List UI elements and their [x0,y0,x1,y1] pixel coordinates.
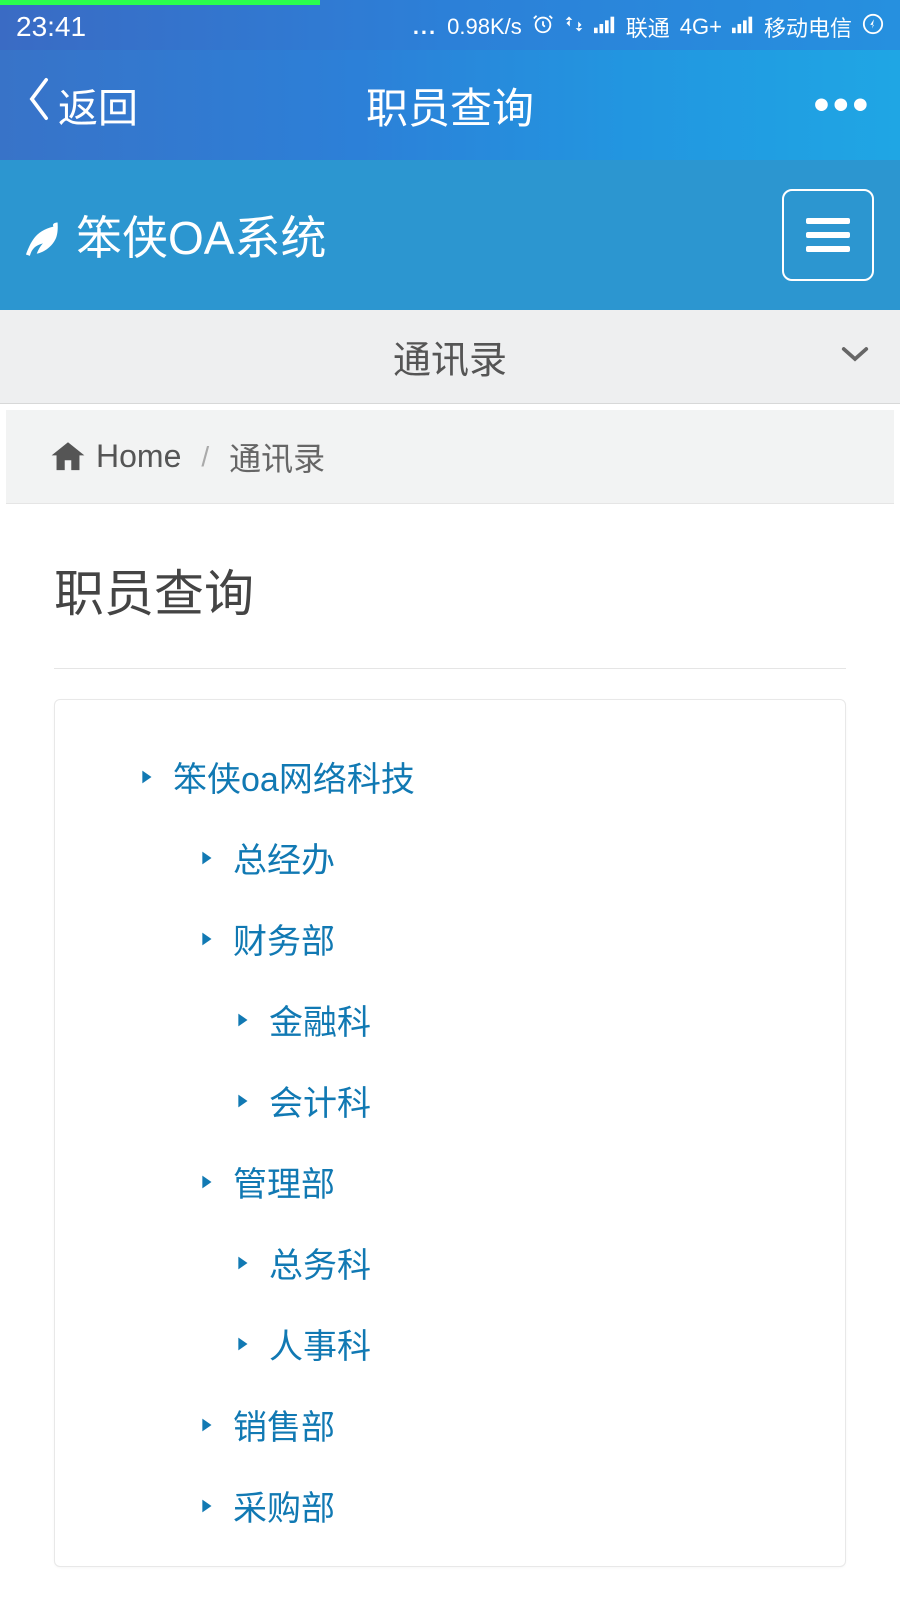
app-header: 返回 职员查询 ••• [0,50,900,160]
tree-node-label: 人事科 [269,1319,371,1368]
divider [54,668,846,669]
tree-node-label: 会计科 [269,1076,371,1125]
tree-node-label: 总务科 [269,1238,371,1287]
status-time: 23:41 [16,11,86,43]
section-dropdown-label: 通讯录 [393,329,507,384]
page-title: 职员查询 [54,554,846,626]
leaf-icon [18,210,68,260]
battery-charge-icon [862,13,884,41]
status-carrier1: 联通 [626,11,670,43]
signal-icon-2 [732,14,754,40]
more-button[interactable]: ••• [814,80,872,130]
status-bar: 23:41 ... 0.98K/s 联通 4G+ 移动电信 [0,0,900,50]
tree-node-label: 总经办 [233,833,335,882]
status-dots: ... [413,14,437,40]
tree-node-general-office[interactable]: 总经办 [91,817,809,898]
status-speed: 0.98K/s [447,14,522,40]
tree-node-management-sub1[interactable]: 总务科 [91,1222,809,1303]
signal-icon [594,14,616,40]
breadcrumb-current: 通讯录 [229,434,325,480]
chevron-left-icon [24,75,54,135]
tree-node-label: 笨侠oa网络科技 [173,752,415,801]
chevron-down-icon [840,344,870,369]
chevron-right-icon [135,766,157,788]
chevron-right-icon [195,1495,217,1517]
chevron-right-icon [231,1252,253,1274]
data-transfer-icon [564,13,584,41]
tree-node-sales[interactable]: 销售部 [91,1384,809,1465]
tree-node-company[interactable]: 笨侠oa网络科技 [91,736,809,817]
tree-node-purchasing[interactable]: 采购部 [91,1465,809,1546]
chevron-right-icon [195,1171,217,1193]
hamburger-icon [806,218,850,252]
menu-button[interactable] [782,189,874,281]
tree-node-finance-sub1[interactable]: 金融科 [91,979,809,1060]
tree-node-label: 采购部 [233,1481,335,1530]
tree-node-label: 财务部 [233,914,335,963]
tree-node-label: 销售部 [233,1400,335,1449]
chevron-right-icon [195,928,217,950]
breadcrumb-home-label: Home [96,438,181,475]
breadcrumb: Home / 通讯录 [6,410,894,504]
header-title: 职员查询 [366,75,534,136]
tree-node-finance[interactable]: 财务部 [91,898,809,979]
alarm-icon [532,13,554,41]
brand[interactable]: 笨侠OA系统 [18,202,326,268]
brand-bar: 笨侠OA系统 [0,160,900,310]
breadcrumb-home[interactable]: Home [48,438,181,475]
back-label: 返回 [58,76,138,134]
chevron-right-icon [231,1009,253,1031]
tree-node-management-sub2[interactable]: 人事科 [91,1303,809,1384]
org-tree: 笨侠oa网络科技 总经办 财务部 金融科 会计科 管理部 总务科 [54,699,846,1567]
back-button[interactable]: 返回 [24,75,138,135]
status-right: ... 0.98K/s 联通 4G+ 移动电信 [413,11,884,43]
status-net1: 4G+ [680,14,722,40]
chevron-right-icon [231,1090,253,1112]
tree-node-label: 管理部 [233,1157,335,1206]
home-icon [48,439,88,475]
tree-node-management[interactable]: 管理部 [91,1141,809,1222]
tree-node-label: 金融科 [269,995,371,1044]
chevron-right-icon [195,1414,217,1436]
chevron-right-icon [195,847,217,869]
content: 职员查询 笨侠oa网络科技 总经办 财务部 金融科 会计科 管理部 [0,510,900,1567]
tree-node-finance-sub2[interactable]: 会计科 [91,1060,809,1141]
status-carrier2: 移动电信 [764,11,852,43]
section-dropdown[interactable]: 通讯录 [0,310,900,404]
loading-indicator [0,0,320,5]
breadcrumb-separator: / [201,441,209,473]
chevron-right-icon [231,1333,253,1355]
brand-name: 笨侠OA系统 [76,202,326,268]
